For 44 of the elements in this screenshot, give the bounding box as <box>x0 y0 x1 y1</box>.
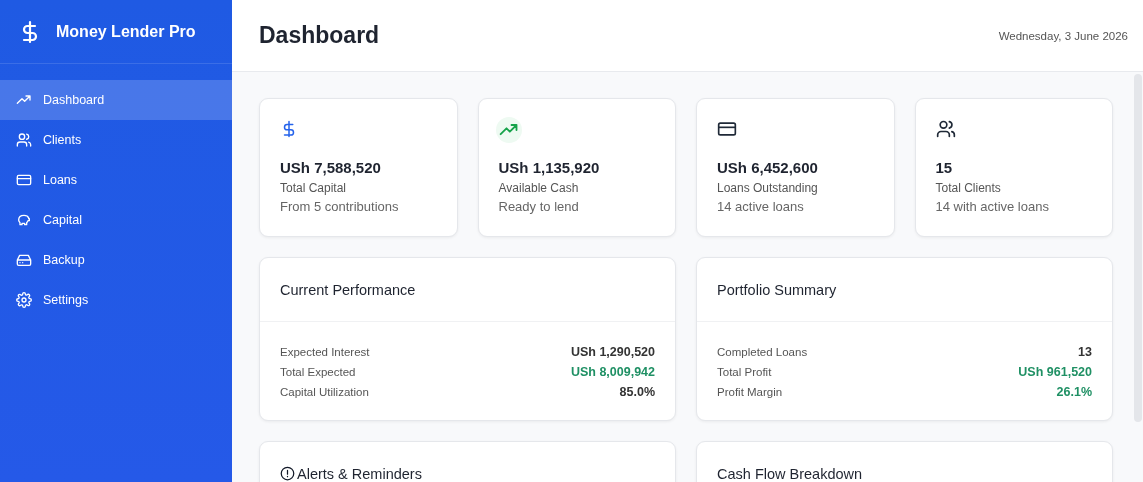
card-title: Current Performance <box>280 281 416 298</box>
stat-label: Total Capital <box>280 181 348 195</box>
sidebar-item[interactable]: Capital <box>0 200 232 240</box>
users-icon <box>16 132 32 148</box>
sidebar-item[interactable]: Backup <box>0 240 232 280</box>
sidebar-item[interactable]: Clients <box>0 120 232 160</box>
stat-note: 14 with active loans <box>935 199 1050 214</box>
metric-label: Capital Utilization <box>280 385 369 398</box>
card-icon <box>717 119 737 139</box>
stat-note: Ready to lend <box>498 199 580 214</box>
users-icon <box>935 119 956 139</box>
stat-value: USh 7,588,520 <box>280 159 382 176</box>
metric-value: 85.0% <box>619 384 655 399</box>
metric-value: 13 <box>1078 344 1092 359</box>
drive-icon <box>16 252 32 268</box>
card-title: Portfolio Summary <box>717 281 837 298</box>
alert-icon <box>280 466 295 481</box>
sidebar-item[interactable]: Dashboard <box>0 80 232 120</box>
metric-value: USh 961,520 <box>1018 364 1092 379</box>
card-title: Alerts & Reminders <box>297 465 422 482</box>
card-icon <box>16 172 32 188</box>
sidebar-item[interactable]: Settings <box>0 280 232 320</box>
metric-label: Completed Loans <box>717 345 808 358</box>
metric-label: Profit Margin <box>717 385 783 398</box>
card-title: Cash Flow Breakdown <box>717 465 863 482</box>
metric-value: USh 8,009,942 <box>570 364 655 379</box>
stat-value: USh 1,135,920 <box>498 159 601 176</box>
metric-label: Expected Interest <box>280 345 370 358</box>
metric-value: 26.1% <box>1056 384 1092 399</box>
metric-label: Total Expected <box>280 365 356 378</box>
app-title: Money Lender Pro <box>56 22 196 41</box>
metric-label: Total Profit <box>717 365 772 378</box>
metric-value: USh 1,290,520 <box>570 344 655 359</box>
stat-value: USh 6,452,600 <box>717 159 819 176</box>
page-title: Dashboard <box>259 22 380 49</box>
date-label: Wednesday, 3 June 2026 <box>998 29 1128 42</box>
stat-label: Total Clients <box>935 181 1002 195</box>
stat-note: 14 active loans <box>717 199 805 214</box>
sidebar-item[interactable]: Loans <box>0 160 232 200</box>
settings-icon <box>16 292 32 308</box>
stat-note: From 5 contributions <box>280 199 400 214</box>
stat-label: Available Cash <box>498 181 580 195</box>
stat-label: Loans Outstanding <box>717 181 819 195</box>
stat-value: 15 <box>935 159 954 176</box>
